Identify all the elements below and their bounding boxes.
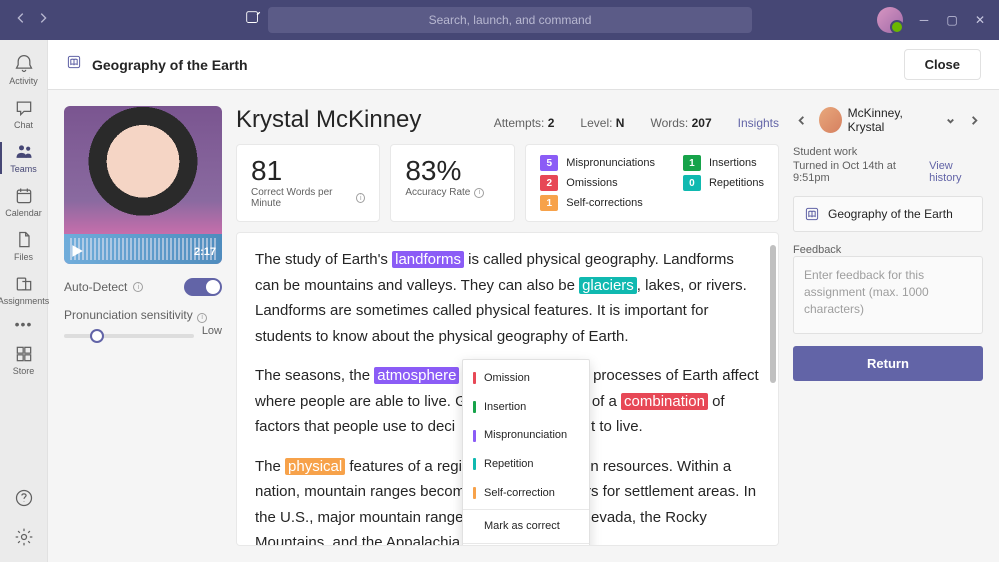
legend-mispronunciations: 5Mispronunciations (540, 155, 655, 171)
word-combination[interactable]: combination (621, 393, 708, 410)
wpm-value: 81 (251, 155, 365, 187)
app-rail: Activity Chat Teams Calendar Files Assig… (0, 40, 48, 562)
student-work-label: Student work (793, 146, 983, 158)
passage-text: The study of Earth's landforms is called… (236, 232, 779, 546)
next-student-button[interactable] (965, 110, 983, 130)
rail-teams[interactable]: Teams (0, 136, 48, 180)
forward-button[interactable] (36, 11, 50, 30)
legend-self-corrections: 1Self-corrections (540, 195, 655, 211)
feedback-label: Feedback (793, 244, 983, 256)
auto-detect-label: Auto-Detect (64, 280, 127, 294)
turned-in-text: Turned in Oct 14th at 9:51pm (793, 160, 923, 184)
word-landforms[interactable]: landforms (392, 251, 464, 268)
return-button[interactable]: Return (793, 346, 983, 381)
info-icon[interactable]: i (197, 313, 207, 323)
user-avatar[interactable] (877, 7, 903, 33)
compose-icon[interactable] (244, 9, 262, 32)
titlebar: ─ ▢ ✕ (0, 0, 999, 40)
scrollbar[interactable] (770, 245, 776, 533)
ctx-self-correction[interactable]: Self-correction (463, 479, 589, 508)
feedback-placeholder: Enter feedback for this assignment (max.… (804, 267, 972, 317)
back-button[interactable] (14, 11, 28, 30)
sensitivity-slider[interactable] (64, 334, 194, 338)
ctx-insertion[interactable]: Insertion (463, 393, 589, 422)
feedback-textarea[interactable]: Enter feedback for this assignment (max.… (793, 256, 983, 334)
rail-store[interactable]: Store (0, 338, 48, 382)
stat-wpm: 81 Correct Words per Minute i (236, 144, 380, 222)
maximize-button[interactable]: ▢ (945, 13, 959, 27)
rail-chat[interactable]: Chat (0, 92, 48, 136)
word-physical[interactable]: physical (285, 458, 345, 475)
rail-files[interactable]: Files (0, 224, 48, 268)
stat-accuracy: 83% Accuracy Rate i (390, 144, 515, 222)
student-dropdown[interactable] (942, 110, 960, 130)
student-name: Krystal McKinney (236, 106, 421, 134)
info-icon[interactable]: i (133, 282, 143, 292)
slider-thumb[interactable] (90, 329, 104, 343)
student-nav: McKinney, Krystal (793, 106, 983, 134)
accuracy-value: 83% (405, 155, 500, 187)
auto-detect-toggle[interactable] (184, 278, 222, 296)
work-item-title: Geography of the Earth (828, 207, 953, 221)
prev-student-button[interactable] (793, 110, 811, 130)
accuracy-label: Accuracy Rate (405, 187, 470, 198)
view-history-link[interactable]: View history (929, 160, 983, 184)
ctx-mark-correct[interactable]: Mark as correct (463, 512, 589, 541)
close-button[interactable]: Close (904, 49, 981, 80)
slider-low-label: Low (202, 325, 222, 337)
search-box[interactable] (268, 7, 752, 33)
wpm-label: Correct Words per Minute (251, 187, 352, 209)
meta-level: Level: N (580, 116, 624, 130)
rail-calendar[interactable]: Calendar (0, 180, 48, 224)
word-glaciers[interactable]: glaciers (579, 277, 637, 294)
rail-activity[interactable]: Activity (0, 48, 48, 92)
info-icon[interactable]: i (474, 188, 484, 198)
legend-insertions: 1Insertions (683, 155, 764, 171)
info-icon[interactable]: i (356, 193, 365, 203)
reading-icon (66, 54, 82, 75)
close-window-button[interactable]: ✕ (973, 13, 987, 27)
page-title: Geography of the Earth (92, 57, 248, 73)
play-icon[interactable] (70, 244, 84, 258)
minimize-button[interactable]: ─ (917, 13, 931, 27)
ctx-mispronunciation[interactable]: Mispronunciation (463, 421, 589, 450)
legend-omissions: 2Omissions (540, 175, 655, 191)
search-input[interactable] (278, 13, 742, 27)
legend-repetitions: 0Repetitions (683, 175, 764, 191)
meta-words: Words: 207 (650, 116, 711, 130)
ctx-repetition[interactable]: Repetition (463, 450, 589, 479)
rail-more[interactable]: ••• (15, 312, 33, 332)
meta-attempts: Attempts: 2 (494, 116, 555, 130)
settings-icon[interactable] (14, 527, 34, 552)
error-legend: 5Mispronunciations 1Insertions 2Omission… (525, 144, 779, 222)
word-atmosphere[interactable]: atmosphere (374, 367, 459, 384)
pronunciation-sensitivity-label: Pronunciation sensitivity (64, 308, 193, 322)
insights-link[interactable]: Insights (738, 116, 779, 130)
rail-assignments[interactable]: Assignments (0, 268, 48, 312)
video-duration: 2:17 (194, 246, 216, 258)
student-avatar (819, 107, 842, 133)
help-icon[interactable] (14, 488, 34, 513)
page-header: Geography of the Earth Close (48, 40, 999, 90)
video-player[interactable]: 2:17 (64, 106, 222, 264)
ctx-omission[interactable]: Omission (463, 364, 589, 393)
work-item[interactable]: Geography of the Earth (793, 196, 983, 232)
student-nav-name: McKinney, Krystal (848, 106, 932, 134)
context-menu: Omission Insertion Mispronunciation Repe… (462, 359, 590, 546)
